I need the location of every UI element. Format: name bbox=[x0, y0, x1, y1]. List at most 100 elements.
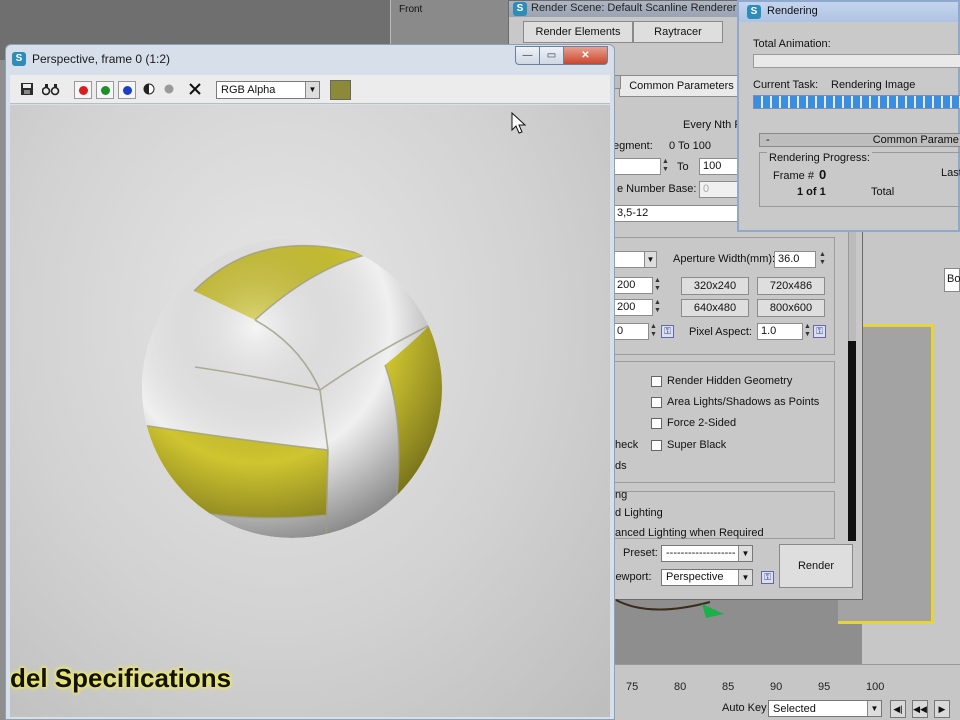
preset-640x480-button[interactable]: 640x480 bbox=[681, 299, 749, 317]
height-input[interactable]: 200 bbox=[613, 299, 653, 316]
alpha-channel-icon[interactable] bbox=[162, 82, 176, 96]
chevron-down-icon: ▼ bbox=[738, 546, 752, 561]
preset-label: Preset: bbox=[623, 547, 658, 559]
super-black-label: Super Black bbox=[667, 439, 727, 451]
rendered-frame-title: Perspective, frame 0 (1:2) bbox=[32, 52, 171, 66]
area-lights-checkbox[interactable] bbox=[651, 397, 662, 408]
advanced-lighting-heading: ng bbox=[615, 489, 628, 501]
super-black-checkbox[interactable] bbox=[651, 440, 662, 451]
minimize-icon[interactable]: — bbox=[515, 46, 540, 65]
chevron-down-icon: ▼ bbox=[738, 570, 752, 585]
pixel-aspect-label: Pixel Aspect: bbox=[689, 326, 752, 338]
width-spinner[interactable]: ▲ ▼ bbox=[653, 277, 662, 294]
rendering-title: Rendering bbox=[767, 5, 818, 17]
rollout-scroll-thumb[interactable] bbox=[848, 341, 856, 541]
area-lights-label: Area Lights/Shadows as Points bbox=[667, 396, 820, 408]
blue-channel-toggle[interactable] bbox=[118, 81, 136, 99]
viewport-label: iewport: bbox=[613, 571, 652, 583]
rendered-frame-window: S Perspective, frame 0 (1:2) — ▭ ✕ RGB A… bbox=[5, 44, 615, 720]
lock-icon[interactable]: ⚿ bbox=[661, 325, 674, 338]
pixel-aspect-spinner[interactable]: ▲ ▼ bbox=[803, 323, 812, 340]
close-icon[interactable]: ✕ bbox=[563, 46, 608, 65]
total-label: Total bbox=[871, 186, 895, 198]
active-segment-label: egment: bbox=[613, 140, 653, 152]
image-aspect-input[interactable]: 0 bbox=[613, 323, 649, 340]
chevron-down-icon: ▼ bbox=[305, 82, 319, 98]
current-task-progress-bar bbox=[753, 95, 960, 109]
step-back-icon[interactable]: ◀◀ bbox=[912, 700, 928, 718]
range-start-spinner[interactable]: ▲ ▼ bbox=[661, 158, 670, 175]
file-number-base-label: e Number Base: bbox=[617, 183, 697, 195]
display-channel-dropdown[interactable]: RGB Alpha ▼ bbox=[216, 81, 320, 99]
common-parameters-rollout[interactable]: - Common Parame bbox=[759, 133, 960, 147]
every-nth-label: Every Nth Fr bbox=[683, 119, 745, 131]
rendering-progress-label: Rendering Progress: bbox=[767, 152, 872, 164]
render-hidden-geometry-checkbox[interactable] bbox=[651, 376, 662, 387]
playback-controls: ◀| ◀◀ ▶ bbox=[890, 700, 960, 718]
command-panel-field[interactable]: Bo bbox=[944, 268, 960, 292]
render-to-fields-label: ds bbox=[615, 460, 627, 472]
display-channel-value: RGB Alpha bbox=[221, 84, 276, 96]
rendered-image-canvas[interactable]: del Specifications 20000 bbox=[10, 105, 610, 717]
render-button[interactable]: Render bbox=[779, 544, 853, 588]
green-channel-toggle[interactable] bbox=[96, 81, 114, 99]
key-filter-dropdown[interactable]: Selected ▼ bbox=[768, 700, 882, 717]
clear-icon[interactable] bbox=[188, 82, 202, 96]
image-aspect-spinner[interactable]: ▲ ▼ bbox=[649, 323, 658, 340]
force-2-sided-checkbox[interactable] bbox=[651, 418, 662, 429]
aperture-width-input[interactable]: 36.0 bbox=[774, 251, 816, 268]
width-input[interactable]: 200 bbox=[613, 277, 653, 294]
clone-window-icon[interactable] bbox=[42, 82, 60, 96]
time-ruler[interactable]: 75 80 85 90 95 100 bbox=[618, 678, 898, 696]
chevron-down-icon: ▼ bbox=[867, 701, 881, 716]
mouse-cursor-icon bbox=[511, 112, 527, 134]
tab-render-elements[interactable]: Render Elements bbox=[523, 21, 633, 43]
ruler-tick: 100 bbox=[866, 681, 885, 693]
ruler-tick: 90 bbox=[770, 681, 783, 693]
render-preset-dropdown[interactable]: ------------------- ▼ bbox=[661, 545, 753, 562]
caption-title: del Specifications bbox=[10, 663, 232, 693]
red-channel-toggle[interactable] bbox=[74, 81, 92, 99]
render-scene-title: Render Scene: Default Scanline Renderer bbox=[531, 2, 737, 14]
key-filter-value: Selected bbox=[773, 703, 816, 715]
viewport-front-label: Front bbox=[399, 4, 423, 15]
previous-frame-icon[interactable]: ◀| bbox=[890, 700, 906, 718]
auto-key-button[interactable]: Auto Key bbox=[722, 702, 767, 714]
rendering-progress-dialog: S Rendering Total Animation: Current Tas… bbox=[737, 0, 960, 232]
use-advanced-lighting-label: d Lighting bbox=[615, 507, 663, 519]
current-task-progress-fill bbox=[754, 96, 960, 108]
viewport-dropdown[interactable]: Perspective ▼ bbox=[661, 569, 753, 586]
ruler-tick: 80 bbox=[674, 681, 687, 693]
save-icon[interactable] bbox=[20, 82, 34, 96]
ruler-tick: 75 bbox=[626, 681, 639, 693]
tab-common-parameters[interactable]: Common Parameters bbox=[619, 75, 744, 97]
rollout-collapse-icon: - bbox=[766, 134, 770, 146]
preset-720x486-button[interactable]: 720x486 bbox=[757, 277, 825, 295]
preset-320x240-button[interactable]: 320x240 bbox=[681, 277, 749, 295]
ruler-tick: 95 bbox=[818, 681, 831, 693]
frame-toolbar: RGB Alpha ▼ bbox=[10, 75, 610, 104]
monochrome-icon[interactable] bbox=[142, 82, 156, 96]
viewport-gizmo bbox=[615, 599, 724, 618]
rendering-titlebar[interactable]: S Rendering bbox=[739, 2, 958, 22]
volleyball-render bbox=[142, 238, 442, 538]
output-size-dropdown[interactable]: ▼ bbox=[613, 251, 657, 268]
maximize-icon[interactable]: ▭ bbox=[539, 46, 564, 65]
lock-icon[interactable]: ⚿ bbox=[761, 571, 774, 584]
lock-icon[interactable]: ⚿ bbox=[813, 325, 826, 338]
active-segment-value: 0 To 100 bbox=[669, 140, 712, 152]
tab-raytracer[interactable]: Raytracer bbox=[633, 21, 723, 43]
current-task-label: Current Task: bbox=[753, 79, 819, 91]
frame-value: 0 bbox=[819, 167, 827, 182]
play-icon[interactable]: ▶ bbox=[934, 700, 950, 718]
total-animation-progress-bar bbox=[753, 54, 960, 68]
aperture-width-label: Aperture Width(mm): bbox=[673, 253, 776, 265]
window-controls: — ▭ ✕ bbox=[488, 46, 608, 65]
range-start-input[interactable] bbox=[613, 158, 661, 175]
pixel-color-swatch[interactable] bbox=[330, 80, 351, 100]
chevron-down-icon: ▼ bbox=[644, 252, 656, 267]
preset-800x600-button[interactable]: 800x600 bbox=[757, 299, 825, 317]
aperture-width-spinner[interactable]: ▲ ▼ bbox=[818, 251, 827, 268]
height-spinner[interactable]: ▲ ▼ bbox=[653, 299, 662, 316]
pixel-aspect-input[interactable]: 1.0 bbox=[757, 323, 803, 340]
